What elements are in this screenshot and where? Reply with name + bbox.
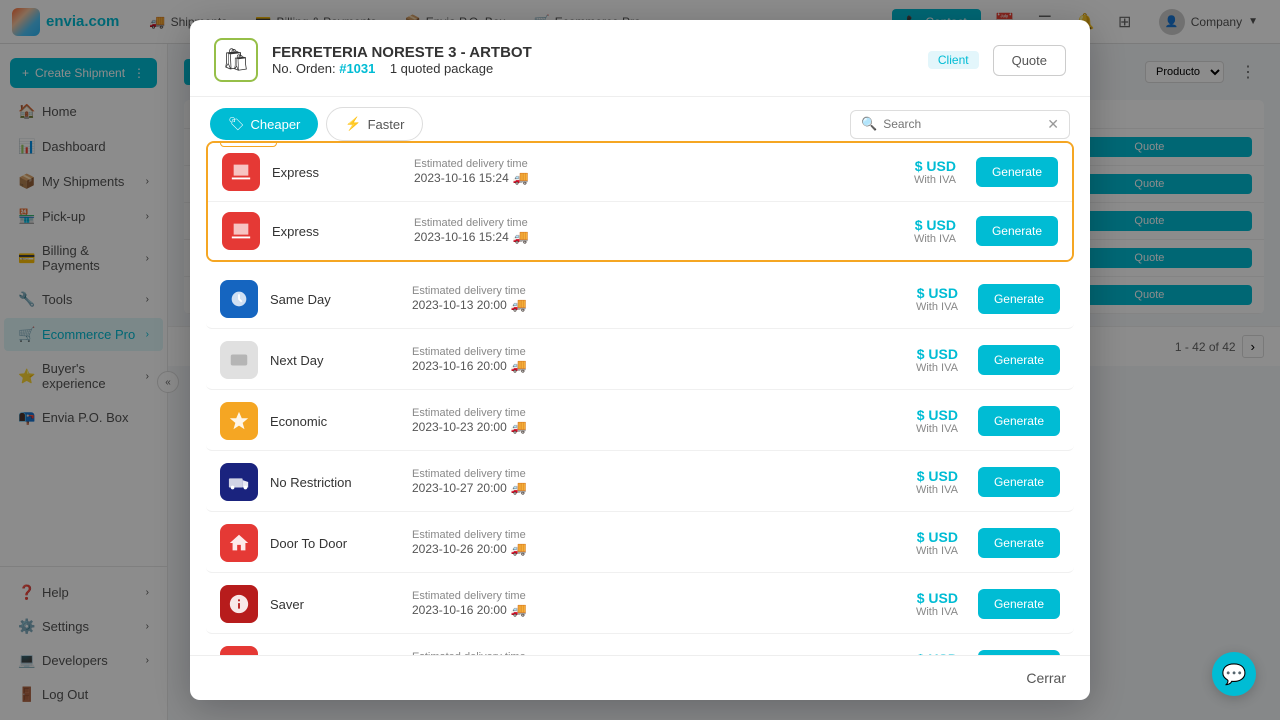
carrier-logo-1 bbox=[222, 153, 260, 191]
delivery-date-3: 2023-10-13 20:00 bbox=[412, 298, 507, 312]
delivery-date-5: 2023-10-23 20:00 bbox=[412, 420, 507, 434]
service-name-2: Express bbox=[272, 224, 402, 239]
delivery-info-7: Estimated delivery time 2023-10-26 20:00… bbox=[412, 529, 866, 557]
service-name-6: No Restriction bbox=[270, 475, 400, 490]
package-info: 1 quoted package bbox=[390, 61, 493, 76]
order-info: No. Orden: #1031 1 quoted package bbox=[272, 61, 914, 76]
generate-button-3[interactable]: Generate bbox=[978, 284, 1060, 314]
service-name-4: Next Day bbox=[270, 353, 400, 368]
modal-overlay[interactable]: 🛍 FERRETERIA NORESTE 3 - ARTBOT No. Orde… bbox=[0, 0, 1280, 720]
store-name: FERRETERIA NORESTE 3 - ARTBOT bbox=[272, 44, 914, 61]
service-name-1: Express bbox=[272, 165, 402, 180]
order-number: #1031 bbox=[339, 61, 375, 76]
service-name-3: Same Day bbox=[270, 292, 400, 307]
modal-body: Favorite Express Estimated delivery time… bbox=[190, 141, 1090, 655]
modal-controls: 🏷 Cheaper ⚡ Faster 🔍 ✕ bbox=[190, 97, 1090, 141]
price-col-3: $ USD With IVA bbox=[878, 285, 958, 313]
chat-bubble[interactable]: 💬 bbox=[1212, 652, 1256, 696]
truck-icon-3: 🚚 bbox=[511, 297, 527, 313]
carrier-logo-2 bbox=[222, 212, 260, 250]
carrier-logo-9 bbox=[220, 646, 258, 655]
shopify-icon: 🛍 bbox=[214, 38, 258, 82]
delivery-info-6: Estimated delivery time 2023-10-27 20:00… bbox=[412, 468, 866, 496]
truck-icon-2: 🚚 bbox=[513, 229, 529, 245]
service-row-8: Saver Estimated delivery time 2023-10-16… bbox=[206, 575, 1074, 634]
delivery-date-2: 2023-10-16 15:24 bbox=[414, 230, 509, 244]
modal-search-icon: 🔍 bbox=[861, 116, 877, 132]
delivery-date-1: 2023-10-16 15:24 bbox=[414, 171, 509, 185]
truck-icon-7: 🚚 bbox=[511, 541, 527, 557]
truck-icon-4: 🚚 bbox=[511, 358, 527, 374]
favorite-section: Favorite Express Estimated delivery time… bbox=[206, 141, 1074, 262]
service-row-9: Ecoexpress Estimated delivery time 2023-… bbox=[206, 636, 1074, 655]
truck-icon-8: 🚚 bbox=[511, 602, 527, 618]
carrier-logo-8 bbox=[220, 585, 258, 623]
faster-icon: ⚡ bbox=[345, 116, 361, 132]
delivery-info-8: Estimated delivery time 2023-10-16 20:00… bbox=[412, 590, 866, 618]
delivery-date-6: 2023-10-27 20:00 bbox=[412, 481, 507, 495]
modal-title: FERRETERIA NORESTE 3 - ARTBOT No. Orden:… bbox=[272, 44, 914, 76]
carrier-logo-7 bbox=[220, 524, 258, 562]
service-row-2: Express Estimated delivery time 2023-10-… bbox=[208, 202, 1072, 260]
delivery-info-1: Estimated delivery time 2023-10-16 15:24… bbox=[414, 158, 864, 186]
faster-tab[interactable]: ⚡ Faster bbox=[326, 107, 423, 141]
truck-icon-1: 🚚 bbox=[513, 170, 529, 186]
close-modal-button[interactable]: Cerrar bbox=[1026, 670, 1066, 686]
delivery-info-4: Estimated delivery time 2023-10-16 20:00… bbox=[412, 346, 866, 374]
delivery-info-5: Estimated delivery time 2023-10-23 20:00… bbox=[412, 407, 866, 435]
delivery-date-4: 2023-10-16 20:00 bbox=[412, 359, 507, 373]
modal-footer: Cerrar bbox=[190, 655, 1090, 700]
generate-button-5[interactable]: Generate bbox=[978, 406, 1060, 436]
delivery-info-3: Estimated delivery time 2023-10-13 20:00… bbox=[412, 285, 866, 313]
price-col-1: $ USD With IVA bbox=[876, 158, 956, 186]
service-row-3: Same Day Estimated delivery time 2023-10… bbox=[206, 270, 1074, 329]
price-col-2: $ USD With IVA bbox=[876, 217, 956, 245]
service-name-5: Economic bbox=[270, 414, 400, 429]
service-row-1: Express Estimated delivery time 2023-10-… bbox=[208, 143, 1072, 202]
service-row-7: Door To Door Estimated delivery time 202… bbox=[206, 514, 1074, 573]
delivery-info-2: Estimated delivery time 2023-10-16 15:24… bbox=[414, 217, 864, 245]
carrier-logo-3 bbox=[220, 280, 258, 318]
quote-modal: 🛍 FERRETERIA NORESTE 3 - ARTBOT No. Orde… bbox=[190, 20, 1090, 700]
price-col-5: $ USD With IVA bbox=[878, 407, 958, 435]
delivery-date-7: 2023-10-26 20:00 bbox=[412, 542, 507, 556]
generate-button-4[interactable]: Generate bbox=[978, 345, 1060, 375]
favorite-label: Favorite bbox=[220, 141, 277, 147]
service-name-8: Saver bbox=[270, 597, 400, 612]
generate-button-6[interactable]: Generate bbox=[978, 467, 1060, 497]
truck-icon-5: 🚚 bbox=[511, 419, 527, 435]
modal-search-input[interactable] bbox=[883, 117, 1041, 131]
modal-quote-button[interactable]: Quote bbox=[993, 45, 1066, 76]
client-badge: Client bbox=[928, 51, 979, 69]
price-col-7: $ USD With IVA bbox=[878, 529, 958, 557]
modal-search-box: 🔍 ✕ bbox=[850, 110, 1070, 139]
price-col-6: $ USD With IVA bbox=[878, 468, 958, 496]
generate-button-8[interactable]: Generate bbox=[978, 589, 1060, 619]
carrier-logo-5 bbox=[220, 402, 258, 440]
cheaper-tab[interactable]: 🏷 Cheaper bbox=[210, 108, 318, 140]
service-row-6: No Restriction Estimated delivery time 2… bbox=[206, 453, 1074, 512]
delivery-date-8: 2023-10-16 20:00 bbox=[412, 603, 507, 617]
carrier-logo-6 bbox=[220, 463, 258, 501]
price-col-8: $ USD With IVA bbox=[878, 590, 958, 618]
service-row-5: Economic Estimated delivery time 2023-10… bbox=[206, 392, 1074, 451]
truck-icon-6: 🚚 bbox=[511, 480, 527, 496]
service-row-4: Next Day Estimated delivery time 2023-10… bbox=[206, 331, 1074, 390]
generate-button-1[interactable]: Generate bbox=[976, 157, 1058, 187]
cheaper-icon: 🏷 bbox=[228, 116, 245, 132]
price-col-4: $ USD With IVA bbox=[878, 346, 958, 374]
modal-header: 🛍 FERRETERIA NORESTE 3 - ARTBOT No. Orde… bbox=[190, 20, 1090, 97]
generate-button-7[interactable]: Generate bbox=[978, 528, 1060, 558]
generate-button-2[interactable]: Generate bbox=[976, 216, 1058, 246]
service-name-7: Door To Door bbox=[270, 536, 400, 551]
carrier-logo-4 bbox=[220, 341, 258, 379]
clear-search-button[interactable]: ✕ bbox=[1047, 116, 1059, 133]
